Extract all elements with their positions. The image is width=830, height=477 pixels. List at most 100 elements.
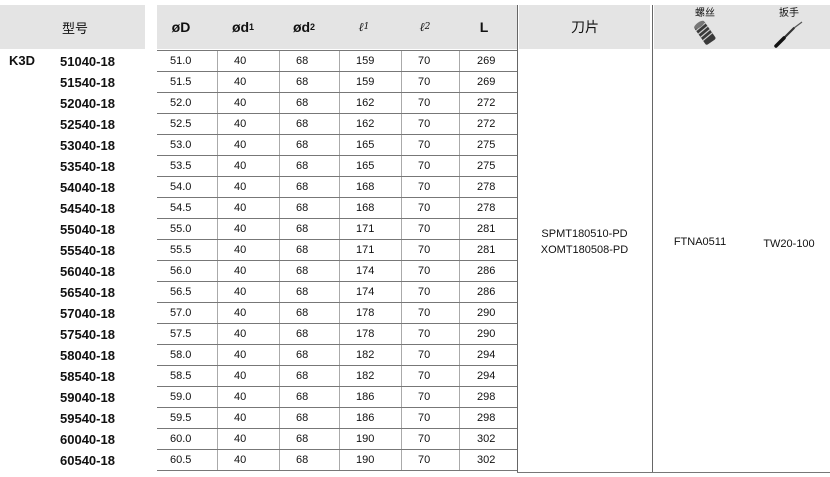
cell-divider bbox=[279, 429, 280, 450]
series-prefix: K3D bbox=[9, 53, 36, 68]
cell-divider bbox=[217, 240, 218, 261]
cell-divider bbox=[217, 93, 218, 114]
cell-divider bbox=[459, 303, 460, 324]
header-od2-sub: 2 bbox=[310, 22, 316, 32]
cell-divider bbox=[279, 303, 280, 324]
cell-od: 52.0 bbox=[170, 97, 192, 109]
cell-l2: 70 bbox=[418, 328, 431, 340]
cell-divider bbox=[459, 219, 460, 240]
cell-d2: 68 bbox=[296, 349, 309, 361]
cell-d2: 68 bbox=[296, 433, 309, 445]
cell-divider bbox=[401, 219, 402, 240]
cell-divider bbox=[401, 156, 402, 177]
cell-L: 298 bbox=[477, 412, 496, 424]
table-row: 58540-18 58.5 40 68 182 70 294 bbox=[60, 366, 517, 387]
cell-L: 269 bbox=[477, 55, 496, 67]
cell-L: 281 bbox=[477, 244, 496, 256]
model-code: 58540-18 bbox=[60, 369, 115, 384]
cell-divider bbox=[217, 387, 218, 408]
cell-divider bbox=[401, 114, 402, 135]
cell-L: 294 bbox=[477, 349, 496, 361]
table-row: 54540-18 54.5 40 68 168 70 278 bbox=[60, 198, 517, 219]
cell-l1: 178 bbox=[356, 307, 375, 319]
cell-l2: 70 bbox=[418, 76, 431, 88]
cell-divider bbox=[279, 72, 280, 93]
cell-d1: 40 bbox=[234, 454, 247, 466]
cell-l1: 190 bbox=[356, 433, 375, 445]
model-code: 60040-18 bbox=[60, 432, 115, 447]
header-insert: 刀片 bbox=[571, 19, 599, 35]
cell-divider bbox=[279, 408, 280, 429]
cell-l2: 70 bbox=[418, 118, 431, 130]
cell-divider bbox=[339, 303, 340, 324]
cell-l2: 70 bbox=[418, 139, 431, 151]
table-header: 型号 øD ød 1 ød 2 ℓ1 ℓ2 L 刀片 螺丝 扳手 bbox=[0, 5, 830, 49]
cell-divider bbox=[279, 387, 280, 408]
header-l2-sub: 2 bbox=[424, 22, 431, 32]
cell-divider bbox=[217, 345, 218, 366]
cell-divider bbox=[401, 366, 402, 387]
cell-l1: 174 bbox=[356, 265, 375, 277]
cell-d1: 40 bbox=[234, 223, 247, 235]
insert-values: SPMT180510-PD XOMT180508-PD bbox=[519, 226, 650, 258]
insert-value: SPMT180510-PD bbox=[541, 228, 628, 240]
cell-d1: 40 bbox=[234, 244, 247, 256]
cell-divider bbox=[279, 135, 280, 156]
cell-divider bbox=[279, 51, 280, 72]
cell-l1: 159 bbox=[356, 55, 375, 67]
model-code: 52540-18 bbox=[60, 117, 115, 132]
cell-l2: 70 bbox=[418, 391, 431, 403]
cell-divider bbox=[459, 345, 460, 366]
wrench-value: TW20-100 bbox=[763, 238, 815, 250]
cell-divider bbox=[217, 114, 218, 135]
cell-divider bbox=[459, 408, 460, 429]
model-code: 58040-18 bbox=[60, 348, 115, 363]
cell-d1: 40 bbox=[234, 118, 247, 130]
cell-divider bbox=[339, 261, 340, 282]
wrench-label: 扳手 bbox=[779, 8, 799, 19]
insert-value: XOMT180508-PD bbox=[540, 244, 629, 256]
cell-od: 60.5 bbox=[170, 454, 192, 466]
cell-od: 55.0 bbox=[170, 223, 192, 235]
cell-divider bbox=[459, 324, 460, 345]
cell-d1: 40 bbox=[234, 265, 247, 277]
cell-divider bbox=[217, 198, 218, 219]
cell-od: 53.0 bbox=[170, 139, 192, 151]
cell-od: 59.5 bbox=[170, 412, 192, 424]
table-row: 51040-18 51.0 40 68 159 70 269 bbox=[60, 51, 517, 72]
cell-l2: 70 bbox=[418, 202, 431, 214]
table-row: 54040-18 54.0 40 68 168 70 278 bbox=[60, 177, 517, 198]
cell-l1: 168 bbox=[356, 181, 375, 193]
spec-table-page: 型号 øD ød 1 ød 2 ℓ1 ℓ2 L 刀片 螺丝 扳手 K3D 510… bbox=[0, 0, 830, 477]
cell-divider bbox=[217, 303, 218, 324]
cell-L: 290 bbox=[477, 328, 496, 340]
cell-divider bbox=[339, 408, 340, 429]
cell-l1: 190 bbox=[356, 454, 375, 466]
cell-d1: 40 bbox=[234, 97, 247, 109]
cell-divider bbox=[339, 156, 340, 177]
cell-L: 272 bbox=[477, 118, 496, 130]
cell-d2: 68 bbox=[296, 412, 309, 424]
cell-divider bbox=[401, 51, 402, 72]
model-code: 52040-18 bbox=[60, 96, 115, 111]
cell-L: 286 bbox=[477, 265, 496, 277]
table-row: 52540-18 52.5 40 68 162 70 272 bbox=[60, 114, 517, 135]
cell-l1: 186 bbox=[356, 391, 375, 403]
cell-d1: 40 bbox=[234, 412, 247, 424]
cell-divider bbox=[459, 156, 460, 177]
cell-divider bbox=[401, 324, 402, 345]
cell-l1: 162 bbox=[356, 97, 375, 109]
cell-l1: 182 bbox=[356, 370, 375, 382]
cell-divider bbox=[279, 240, 280, 261]
cell-divider bbox=[217, 366, 218, 387]
cell-divider bbox=[459, 387, 460, 408]
cell-divider bbox=[459, 135, 460, 156]
cell-l2: 70 bbox=[418, 181, 431, 193]
header-L: L bbox=[479, 19, 489, 35]
cell-d2: 68 bbox=[296, 223, 309, 235]
cell-l2: 70 bbox=[418, 160, 431, 172]
cell-od: 51.0 bbox=[170, 55, 192, 67]
cell-divider bbox=[401, 177, 402, 198]
cell-divider bbox=[217, 408, 218, 429]
cell-l2: 70 bbox=[418, 286, 431, 298]
